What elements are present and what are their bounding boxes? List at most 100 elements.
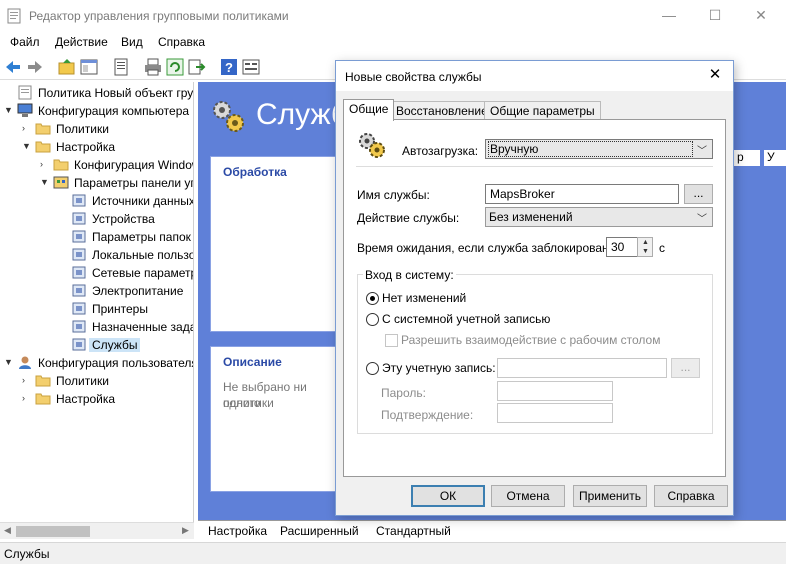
tree-item[interactable]: › Конфигурация Windows <box>40 156 193 174</box>
printers-icon <box>71 301 87 316</box>
tab-extended-view[interactable]: Расширенный <box>280 524 359 538</box>
svg-text:?: ? <box>225 60 233 75</box>
expand-chevron-icon[interactable] <box>58 302 68 314</box>
radio-system-account[interactable] <box>366 313 379 326</box>
tab-settings-view[interactable]: Настройка <box>208 524 267 538</box>
scroll-left-icon[interactable]: ◀ <box>4 525 11 536</box>
ok-button[interactable]: ОК <box>411 485 485 507</box>
expand-chevron-icon[interactable] <box>58 194 68 206</box>
show-hide-tree-icon[interactable] <box>80 58 98 76</box>
properties-icon[interactable] <box>112 58 130 76</box>
expand-chevron-icon[interactable] <box>58 212 68 224</box>
console-icon[interactable] <box>242 58 260 76</box>
chevron-down-icon[interactable]: ▼ <box>642 248 649 255</box>
tree-item-label: Политика Новый объект групп <box>38 86 194 100</box>
folder-icon <box>35 391 51 406</box>
up-folder-icon[interactable] <box>58 58 76 76</box>
radio-system-account-label[interactable]: С системной учетной записью <box>382 312 550 326</box>
menu-file[interactable]: Файл <box>10 35 40 49</box>
browse-button[interactable]: ... <box>684 184 713 204</box>
expand-chevron-icon[interactable] <box>4 86 14 98</box>
maximize-button[interactable]: ☐ <box>692 0 738 32</box>
dialog-close-icon[interactable]: ✕ <box>703 65 727 87</box>
radio-no-change[interactable] <box>366 292 379 305</box>
tab-standard-view[interactable]: Стандартный <box>376 524 451 538</box>
collapse-chevron-icon[interactable]: ▼ <box>4 356 14 368</box>
menu-action[interactable]: Действие <box>55 35 108 49</box>
help-button[interactable]: Справка <box>654 485 728 507</box>
refresh-icon[interactable] <box>166 58 184 76</box>
password-field[interactable] <box>497 381 613 401</box>
menu-view[interactable]: Вид <box>121 35 143 49</box>
console-tree[interactable]: Политика Новый объект групп ▼ Конфигурация… <box>0 82 194 522</box>
collapse-chevron-icon[interactable]: ▼ <box>22 140 32 152</box>
tree-item[interactable]: › Политики <box>22 120 193 138</box>
expand-chevron-icon[interactable] <box>58 248 68 260</box>
expand-chevron-icon[interactable] <box>58 320 68 332</box>
print-icon[interactable] <box>144 58 162 76</box>
account-browse-button[interactable]: ... <box>671 358 700 378</box>
tree-item[interactable]: Параметры папок <box>58 228 193 246</box>
tree-item[interactable]: Политика Новый объект групп <box>4 84 194 102</box>
tree-item[interactable]: Источники данных <box>58 192 193 210</box>
data-sources-icon <box>71 193 87 208</box>
startup-type-select[interactable]: Вручную ﹀ <box>485 139 713 159</box>
tree-horizontal-scrollbar[interactable]: ◀ ▶ <box>0 522 194 539</box>
expand-chevron-icon[interactable]: › <box>22 392 32 404</box>
confirm-password-field[interactable] <box>497 403 613 423</box>
scrollbar-thumb[interactable] <box>16 526 90 537</box>
folder-icon <box>35 373 51 388</box>
column-header[interactable]: У <box>764 150 786 166</box>
desktop-interaction-checkbox[interactable] <box>385 334 398 347</box>
minimize-button[interactable]: — <box>646 0 692 32</box>
menu-help[interactable]: Справка <box>158 35 205 49</box>
services-gears-icon <box>213 101 244 132</box>
control-panel-icon <box>53 175 69 190</box>
close-button[interactable]: ✕ <box>738 0 784 32</box>
radio-no-change-label[interactable]: Нет изменений <box>382 291 466 305</box>
tree-item[interactable]: Назначенные задания <box>58 318 193 336</box>
expand-chevron-icon[interactable]: › <box>22 374 32 386</box>
expand-chevron-icon[interactable] <box>58 230 68 242</box>
tree-item[interactable]: Сетевые параметры <box>58 264 193 282</box>
tab-common-options[interactable]: Общие параметры <box>484 101 601 120</box>
account-field[interactable] <box>497 358 667 378</box>
tab-recovery[interactable]: Восстановление <box>390 101 494 120</box>
tree-item[interactable]: Службы <box>58 336 193 354</box>
network-icon <box>71 265 87 280</box>
local-users-icon <box>71 247 87 262</box>
expand-chevron-icon[interactable] <box>58 284 68 296</box>
expand-chevron-icon[interactable] <box>58 266 68 278</box>
tree-item[interactable]: ▼ Параметры панели управления <box>40 174 193 192</box>
radio-this-account[interactable] <box>366 362 379 375</box>
collapse-chevron-icon[interactable]: ▼ <box>40 176 50 188</box>
tab-general[interactable]: Общие <box>343 99 395 121</box>
forward-icon[interactable] <box>26 58 44 76</box>
service-name-field[interactable]: MapsBroker <box>485 184 679 204</box>
collapse-chevron-icon[interactable]: ▼ <box>4 104 14 116</box>
expand-chevron-icon[interactable]: › <box>40 158 50 170</box>
apply-button[interactable]: Применить <box>573 485 647 507</box>
tree-item[interactable]: ▼ Конфигурация компьютера <box>4 102 193 120</box>
service-action-select[interactable]: Без изменений ﹀ <box>485 207 713 227</box>
tree-item[interactable]: Локальные пользователи <box>58 246 193 264</box>
expand-chevron-icon[interactable] <box>58 338 68 350</box>
cancel-button[interactable]: Отмена <box>491 485 565 507</box>
tree-item[interactable]: Устройства <box>58 210 193 228</box>
tree-item[interactable]: › Политики <box>22 372 193 390</box>
chevron-up-icon[interactable]: ▲ <box>642 239 649 246</box>
timeout-stepper[interactable]: ▲ ▼ <box>637 237 653 257</box>
column-header[interactable]: р <box>734 150 760 166</box>
tree-item[interactable]: Электропитание <box>58 282 193 300</box>
timeout-field[interactable]: 30 <box>606 237 638 257</box>
scroll-right-icon[interactable]: ▶ <box>182 525 189 536</box>
export-icon[interactable] <box>188 58 206 76</box>
back-icon[interactable] <box>4 58 22 76</box>
tree-item[interactable]: ▼ Конфигурация пользователя <box>4 354 193 372</box>
radio-this-account-label[interactable]: Эту учетную запись: <box>382 361 496 375</box>
tree-item[interactable]: Принтеры <box>58 300 193 318</box>
help-icon[interactable]: ? <box>220 58 238 76</box>
expand-chevron-icon[interactable]: › <box>22 122 32 134</box>
tree-item[interactable]: ▼ Настройка <box>22 138 193 156</box>
tree-item[interactable]: › Настройка <box>22 390 193 408</box>
